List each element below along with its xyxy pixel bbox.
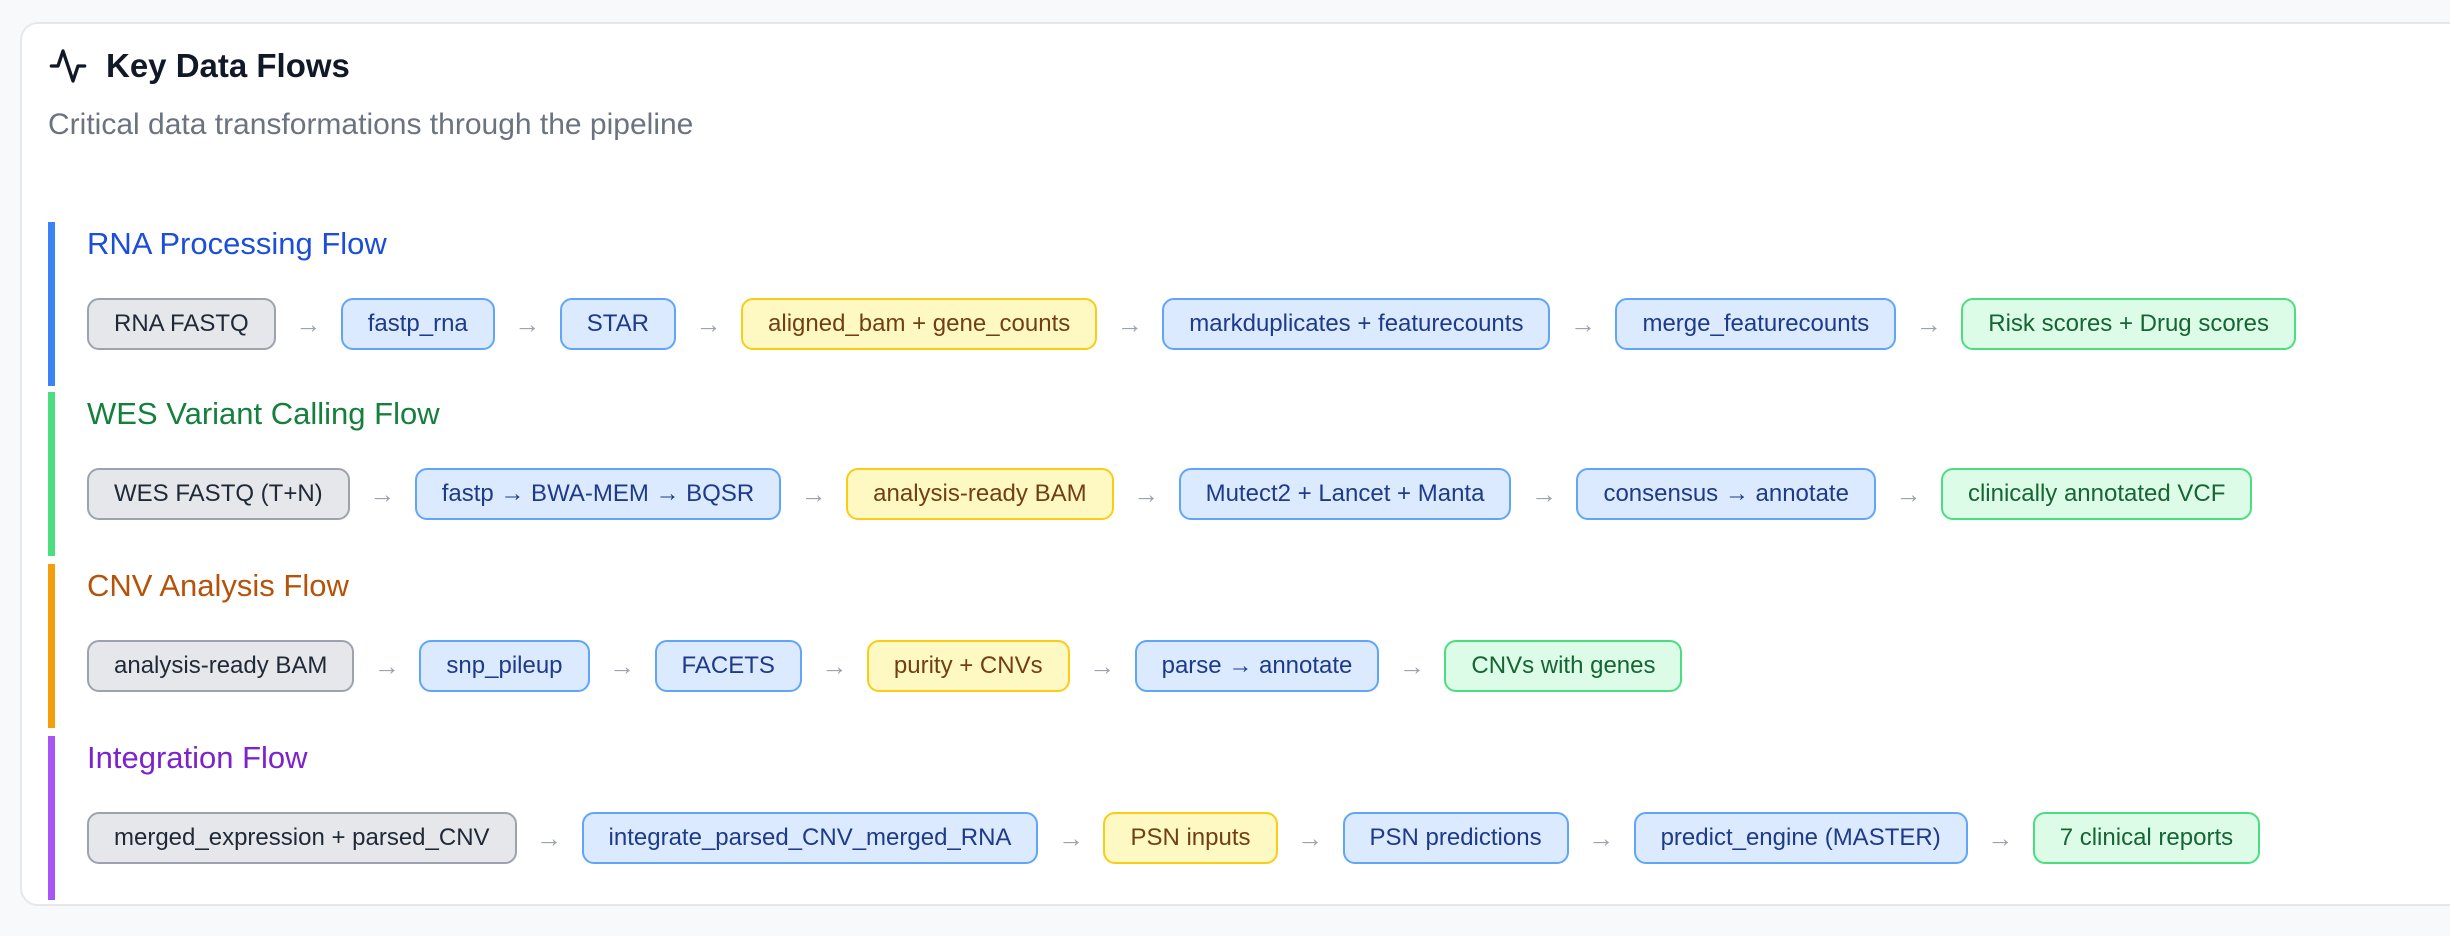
card-subtitle: Critical data transformations through th… <box>48 108 694 141</box>
arrow-right-icon: → <box>514 308 541 339</box>
flow-step-badge: parse → annotate <box>1134 640 1380 692</box>
flow-step-badge: analysis-ready BAM <box>846 468 1114 520</box>
flow-step-badge: FACETS <box>654 640 802 692</box>
arrow-right-icon: → <box>1569 308 1596 339</box>
arrow-right-icon: → <box>1297 822 1323 853</box>
flow-step-badge: merged_expression + parsed_CNV <box>87 812 517 864</box>
flow-step-badge: purity + CNVs <box>866 640 1070 692</box>
flow-step-badge: PSN predictions <box>1342 812 1569 864</box>
arrow-right-icon: → <box>1089 650 1116 681</box>
arrow-right-icon: → <box>536 822 563 853</box>
flow-steps: WES FASTQ (T+N) → fastp → BWA-MEM → BQSR → a… <box>87 468 2448 520</box>
flow-title: WES Variant Calling Flow <box>87 396 440 431</box>
flow-step-badge: 7 clinical reports <box>2032 812 2261 864</box>
flow-step-badge: STAR <box>559 298 677 350</box>
arrow-right-icon: → <box>821 650 848 681</box>
arrow-right-icon: → <box>1915 308 1942 339</box>
arrow-right-icon: → <box>695 308 722 339</box>
flow-step-badge: merge_featurecounts <box>1615 298 1897 350</box>
flow-step-badge: consensus → annotate <box>1576 468 1876 520</box>
flow-step-badge: fastp → BWA-MEM → BQSR <box>414 468 782 520</box>
flow-section: CNV Analysis Flow analysis-ready BAM → snp_… <box>48 564 2448 728</box>
flow-title: RNA Processing Flow <box>87 226 387 261</box>
flow-step-badge: integrate_parsed_CNV_merged_RNA <box>581 812 1039 864</box>
arrow-right-icon: → <box>1895 478 1922 509</box>
activity-icon <box>48 46 88 86</box>
flow-step-badge: clinically annotated VCF <box>1940 468 2253 520</box>
flow-title: CNV Analysis Flow <box>87 568 349 603</box>
flow-title: Integration Flow <box>87 740 308 775</box>
flow-step-badge: snp_pileup <box>419 640 590 692</box>
flow-step-badge: markduplicates + featurecounts <box>1162 298 1551 350</box>
arrow-right-icon: → <box>1116 308 1143 339</box>
arrow-right-icon: → <box>369 478 396 509</box>
arrow-right-icon: → <box>373 650 400 681</box>
flow-section: WES Variant Calling Flow WES FASTQ (T+N) →… <box>48 392 2448 556</box>
flow-step-badge: Mutect2 + Lancet + Manta <box>1178 468 1512 520</box>
card-title: Key Data Flows <box>106 47 350 84</box>
flow-steps: analysis-ready BAM → snp_pileup → FACETS → pur… <box>87 640 2448 692</box>
arrow-right-icon: → <box>609 650 636 681</box>
arrow-right-icon: → <box>1057 822 1084 853</box>
flow-step-badge: fastp_rna <box>340 298 495 350</box>
arrow-right-icon: → <box>800 478 827 509</box>
arrow-right-icon: → <box>1398 650 1425 681</box>
flow-step-badge: predict_engine (MASTER) <box>1633 812 1968 864</box>
arrow-right-icon: → <box>1530 478 1557 509</box>
arrow-right-icon: → <box>1133 478 1160 509</box>
flow-step-badge: aligned_bam + gene_counts <box>741 298 1098 350</box>
arrow-right-icon: → <box>1987 822 2014 853</box>
flow-steps: RNA FASTQ → fastp_rna → STAR → aligned_bam + g… <box>87 298 2448 350</box>
arrow-right-icon: → <box>1588 822 1615 853</box>
flow-section: RNA Processing Flow RNA FASTQ → fastp_rna → S… <box>48 222 2448 386</box>
flow-step-badge: WES FASTQ (T+N) <box>87 468 350 520</box>
flow-step-badge: CNVs with genes <box>1444 640 1683 692</box>
card-header: Key Data Flows <box>48 46 350 86</box>
flow-step-badge: RNA FASTQ <box>87 298 276 350</box>
flow-step-badge: PSN inputs <box>1103 812 1278 864</box>
flow-step-badge: analysis-ready BAM <box>87 640 355 692</box>
arrow-right-icon: → <box>295 308 322 339</box>
flow-step-badge: Risk scores + Drug scores <box>1961 298 2297 350</box>
flow-section: Integration Flow merged_expression + pars… <box>48 736 2448 900</box>
flow-steps: merged_expression + parsed_CNV → integrate… <box>87 812 2448 864</box>
